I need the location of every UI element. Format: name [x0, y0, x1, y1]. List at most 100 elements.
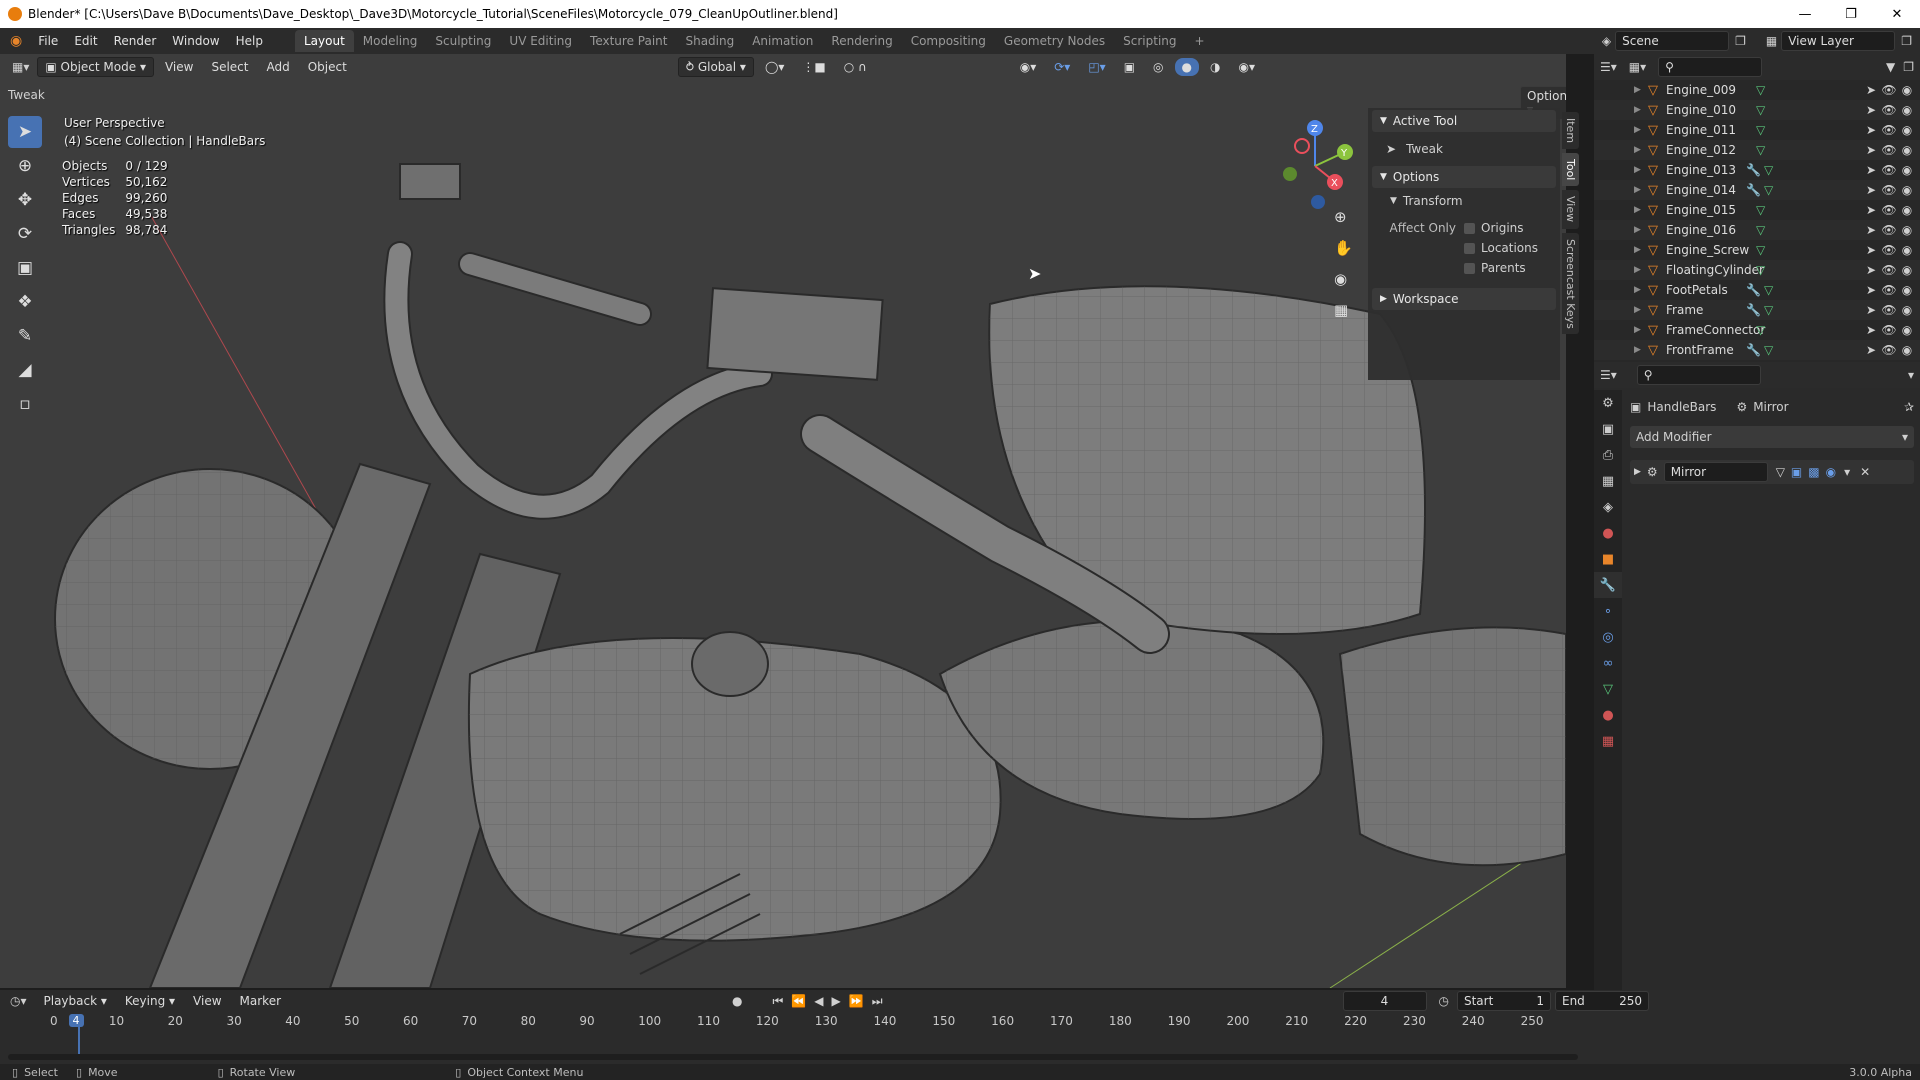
zoom-icon[interactable]: ⊕ [1334, 202, 1353, 233]
texture-tab-icon[interactable]: ▦ [1594, 728, 1622, 754]
render-camera-icon[interactable]: ◉ [1898, 263, 1916, 277]
render-icon[interactable]: ◉ [1826, 465, 1836, 479]
tweak-tool-icon[interactable]: ➤ [8, 116, 42, 148]
render-camera-icon[interactable]: ◉ [1898, 143, 1916, 157]
visibility-eye-icon[interactable]: 👁 [1880, 143, 1898, 157]
visibility-eye-icon[interactable]: 👁 [1880, 223, 1898, 237]
modifier-wrench-icon[interactable]: 🔧 [1746, 303, 1764, 317]
render-camera-icon[interactable]: ◉ [1898, 323, 1916, 337]
modifier-wrench-icon[interactable]: 🔧 [1746, 183, 1764, 197]
expand-icon[interactable]: ▶ [1634, 265, 1648, 275]
pan-hand-icon[interactable]: ✋ [1334, 233, 1353, 264]
timeline-menu-playback[interactable]: Playback ▾ [37, 992, 114, 1010]
mesh-data-icon[interactable]: ▽ [1756, 203, 1774, 217]
modifier-tab-icon[interactable]: 🔧 [1594, 572, 1622, 598]
mesh-data-icon[interactable]: ▽ [1756, 123, 1774, 137]
view-layer-icon[interactable]: ▦ [1766, 34, 1777, 48]
orientation-selector[interactable]: ⥁ Global ▾ [677, 57, 754, 77]
outliner-row[interactable]: ▶ ▽ Engine_016 ▽ ➤ 👁 ◉ [1594, 220, 1920, 240]
tab-item[interactable]: Item [1562, 112, 1579, 150]
tab-layout[interactable]: Layout [294, 30, 354, 52]
timeline-editor-type-icon[interactable]: ◷▾ [10, 994, 27, 1008]
outliner-item-name[interactable]: FloatingCylinder [1666, 263, 1764, 277]
modifier-name-field[interactable]: Mirror [1663, 462, 1768, 482]
outliner-item-name[interactable]: Engine_016 [1666, 223, 1756, 237]
expand-icon[interactable]: ▶ [1634, 467, 1641, 477]
active-tool-header[interactable]: ▼ Active Tool [1372, 110, 1556, 132]
options-header[interactable]: ▼ Options [1372, 166, 1556, 188]
selectable-icon[interactable]: ➤ [1862, 283, 1880, 297]
mesh-data-icon[interactable]: ▽ [1764, 303, 1782, 317]
tab-tool[interactable]: Tool [1562, 153, 1579, 187]
preview-range-icon[interactable]: ◷ [1439, 994, 1449, 1008]
selectable-icon[interactable]: ➤ [1862, 263, 1880, 277]
outliner-search-input[interactable]: ⚲ [1658, 57, 1763, 77]
expand-icon[interactable]: ▶ [1634, 345, 1648, 355]
viewport-menu-object[interactable]: Object [301, 58, 354, 76]
outliner-row[interactable]: ▶ ▽ Engine_010 ▽ ➤ 👁 ◉ [1594, 100, 1920, 120]
menu-render[interactable]: Render [106, 34, 165, 48]
locations-checkbox[interactable] [1464, 242, 1475, 254]
xray-icon[interactable]: ▣ [1117, 58, 1142, 76]
mesh-data-icon[interactable]: ▽ [1756, 103, 1774, 117]
add-workspace-button[interactable]: + [1186, 30, 1214, 52]
material-shading-icon[interactable]: ◑ [1203, 58, 1227, 76]
active-tool-row[interactable]: ➤ Tweak [1368, 134, 1560, 164]
add-modifier-button[interactable]: Add Modifier ▾ [1630, 426, 1914, 448]
tab-compositing[interactable]: Compositing [902, 30, 995, 52]
outliner-item-name[interactable]: Engine_015 [1666, 203, 1756, 217]
navigation-gizmo[interactable]: Z Y X [1270, 116, 1360, 216]
outliner-item-name[interactable]: Engine_013 [1666, 163, 1746, 177]
mesh-data-icon[interactable]: ▽ [1764, 163, 1782, 177]
tab-view[interactable]: View [1562, 190, 1579, 229]
expand-icon[interactable]: ▶ [1634, 225, 1648, 235]
timeline-menu-marker[interactable]: Marker [233, 992, 288, 1010]
output-tab-icon[interactable]: ⎙ [1594, 442, 1622, 468]
world-tab-icon[interactable]: ● [1594, 520, 1622, 546]
outliner-item-name[interactable]: FrameConnector [1666, 323, 1765, 337]
properties-editor-type-icon[interactable]: ☰▾ [1600, 368, 1617, 382]
menu-help[interactable]: Help [228, 34, 271, 48]
restore-icon[interactable]: ❐ [1828, 7, 1874, 22]
filter-icon[interactable]: ▼ [1886, 60, 1895, 74]
selectable-icon[interactable]: ➤ [1862, 343, 1880, 357]
scene-tab-icon[interactable]: ◈ [1594, 494, 1622, 520]
timeline-menu-view[interactable]: View [186, 992, 228, 1010]
outliner-row[interactable]: ▶ ▽ Engine_015 ▽ ➤ 👁 ◉ [1594, 200, 1920, 220]
keyframe-prev-icon[interactable]: ⏪ [791, 994, 806, 1008]
tab-animation[interactable]: Animation [743, 30, 822, 52]
affect-only-locations[interactable]: Locations [1368, 238, 1560, 258]
play-reverse-icon[interactable]: ◀ [814, 994, 823, 1008]
tab-texture-paint[interactable]: Texture Paint [581, 30, 676, 52]
annotate-tool-icon[interactable]: ✎ [8, 320, 42, 352]
render-camera-icon[interactable]: ◉ [1898, 243, 1916, 257]
outliner-item-name[interactable]: Engine_012 [1666, 143, 1756, 157]
frame-ruler[interactable]: 0 10 20 30 40 50 60 70 80 90 100 110 120 130 140 150 160… [40, 1012, 1543, 1032]
expand-icon[interactable]: ▶ [1634, 165, 1648, 175]
modifier-wrench-icon[interactable]: 🔧 [1746, 343, 1764, 357]
menu-edit[interactable]: Edit [66, 34, 105, 48]
outliner-item-name[interactable]: Engine_014 [1666, 183, 1746, 197]
blender-menu-icon[interactable]: ◉ [10, 33, 22, 49]
3d-viewport[interactable]: ▦▾ ▣ Object Mode ▾ View Select Add Objec… [0, 54, 1566, 988]
render-camera-icon[interactable]: ◉ [1898, 343, 1916, 357]
delete-modifier-icon[interactable]: ✕ [1860, 465, 1870, 479]
properties-search-input[interactable]: ⚲ [1636, 365, 1761, 385]
selectable-icon[interactable]: ➤ [1862, 323, 1880, 337]
menu-window[interactable]: Window [164, 34, 227, 48]
move-tool-icon[interactable]: ✥ [8, 184, 42, 216]
snap-icon[interactable]: ⋮■ [795, 58, 832, 76]
render-camera-icon[interactable]: ◉ [1898, 83, 1916, 97]
proportional-edit-icon[interactable]: ○ ∩ [837, 58, 874, 76]
render-camera-icon[interactable]: ◉ [1898, 283, 1916, 297]
visibility-eye-icon[interactable]: 👁 [1880, 203, 1898, 217]
add-cube-tool-icon[interactable]: ▫ [8, 388, 42, 420]
menu-file[interactable]: File [30, 34, 66, 48]
outliner-row[interactable]: ▶ ▽ FrontFrame 🔧 ▽ ➤ 👁 ◉ [1594, 340, 1920, 360]
tab-modeling[interactable]: Modeling [354, 30, 427, 52]
mode-selector[interactable]: ▣ Object Mode ▾ [37, 57, 154, 77]
visibility-eye-icon[interactable]: 👁 [1880, 243, 1898, 257]
constraints-tab-icon[interactable]: ∞ [1594, 650, 1622, 676]
realtime-icon[interactable]: ▩ [1808, 465, 1819, 479]
mesh-data-icon[interactable]: ▽ [1764, 283, 1782, 297]
